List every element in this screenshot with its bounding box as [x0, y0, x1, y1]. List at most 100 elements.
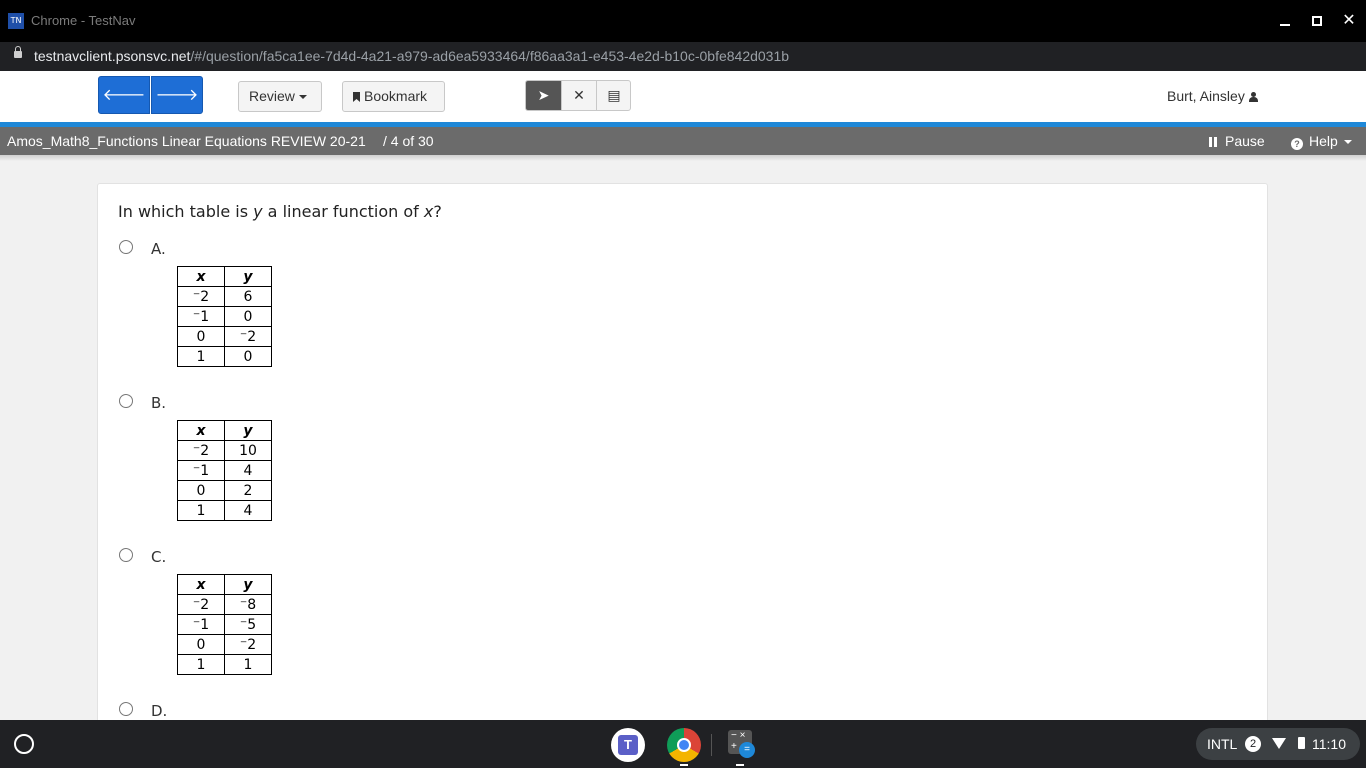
table-header: y	[224, 266, 272, 287]
keyboard-layout: INTL	[1207, 736, 1238, 752]
caret-down-icon	[298, 95, 307, 100]
minimize-button[interactable]	[1274, 10, 1296, 32]
bookmark-label: Bookmark	[364, 88, 428, 104]
shelf-separator	[711, 734, 712, 756]
table-cell: 4	[224, 500, 272, 521]
table-cell: 6	[224, 286, 272, 307]
notepad-button[interactable]: ▤	[596, 81, 631, 110]
user-icon	[1248, 92, 1258, 102]
table-cell: ⁻2	[177, 286, 225, 307]
table-cell: ⁻1	[177, 460, 225, 481]
question-text: ?	[433, 202, 442, 221]
option-d-label[interactable]: D.	[151, 702, 167, 720]
table-cell: 4	[224, 460, 272, 481]
option-b-table: xy ⁻2 10 ⁻1 4 02 14	[177, 420, 272, 521]
address-bar[interactable]: testnavclient.psonsvc.net/#/question/fa5…	[0, 42, 1366, 71]
table-cell: ⁻2	[224, 634, 272, 655]
table-cell: ⁻5	[224, 614, 272, 635]
review-button[interactable]: Review	[238, 81, 322, 112]
option-a-radio[interactable]	[119, 240, 133, 254]
table-cell: 1	[224, 654, 272, 675]
option-d-radio[interactable]	[119, 702, 133, 716]
help-button[interactable]: ? Help	[1291, 133, 1352, 150]
option-b-radio[interactable]	[119, 394, 133, 408]
test-name: Amos_Math8_Functions Linear Equations RE…	[7, 133, 366, 149]
table-cell: 10	[224, 440, 272, 461]
table-cell: 2	[224, 480, 272, 501]
table-header: x	[177, 266, 225, 287]
table-cell: 0	[224, 306, 272, 327]
option-a-label[interactable]: A.	[151, 240, 166, 258]
answer-eliminator-icon: ✕	[573, 87, 585, 103]
question-text: In which table is	[118, 202, 254, 221]
option-c-label[interactable]: C.	[151, 548, 166, 566]
question-text: a linear function of	[262, 202, 424, 221]
table-cell: ⁻2	[177, 594, 225, 615]
user-name: Burt, Ainsley	[1167, 88, 1245, 104]
answer-eliminator-button[interactable]: ✕	[561, 81, 596, 110]
table-cell: 0	[177, 480, 225, 501]
pause-label: Pause	[1225, 133, 1265, 149]
arrow-right-icon: 🡒	[155, 87, 199, 104]
chrome-center	[677, 738, 691, 752]
wifi-icon	[1272, 738, 1286, 749]
test-header: Amos_Math8_Functions Linear Equations RE…	[0, 127, 1366, 155]
previous-question-button[interactable]: 🡐	[98, 76, 150, 114]
bookmark-button[interactable]: Bookmark	[342, 81, 445, 112]
testnav-logo-icon: TN	[8, 13, 24, 29]
tool-group: ➤ ✕ ▤	[525, 80, 631, 111]
arrow-left-icon: 🡐	[102, 87, 146, 104]
notepad-icon: ▤	[607, 87, 621, 103]
table-cell: 1	[177, 654, 225, 675]
table-cell: ⁻1	[177, 306, 225, 327]
question-stem: In which table is y a linear function of…	[118, 202, 442, 221]
table-cell: 0	[177, 326, 225, 347]
table-cell: 1	[177, 346, 225, 367]
variable-y: y	[253, 202, 263, 221]
pause-icon	[1209, 137, 1217, 147]
variable-x: x	[423, 202, 434, 221]
table-cell: ⁻8	[224, 594, 272, 615]
teams-logo: T	[618, 735, 638, 755]
table-cell: 0	[224, 346, 272, 367]
launcher-icon[interactable]	[14, 734, 34, 754]
minimize-icon	[1280, 24, 1290, 26]
user-menu[interactable]: Burt, Ainsley	[1167, 88, 1258, 104]
option-c-radio[interactable]	[119, 548, 133, 562]
option-c-table: xy ⁻2 ⁻8 ⁻1 ⁻5 0 ⁻2 11	[177, 574, 272, 675]
next-question-button[interactable]: 🡒	[151, 76, 203, 114]
calculator-running-indicator	[736, 764, 744, 766]
teams-app-icon[interactable]: T	[611, 728, 645, 762]
table-header: x	[177, 420, 225, 441]
battery-icon	[1298, 737, 1305, 749]
header-shadow	[0, 155, 1366, 161]
status-tray[interactable]: INTL 2 11:10	[1196, 728, 1360, 760]
calculator-equals: =	[739, 742, 755, 758]
pause-button[interactable]: Pause	[1209, 133, 1265, 149]
pointer-icon: ➤	[537, 87, 550, 103]
question-card: In which table is y a linear function of…	[97, 183, 1268, 723]
clock: 11:10	[1312, 736, 1346, 752]
help-icon: ?	[1291, 138, 1303, 150]
help-label: Help	[1309, 133, 1338, 149]
table-cell: 0	[177, 634, 225, 655]
table-cell: 1	[177, 500, 225, 521]
close-icon: ✕	[1342, 12, 1356, 29]
table-header: x	[177, 574, 225, 595]
url-host: testnavclient.psonsvc.net	[34, 48, 191, 64]
pointer-tool-button[interactable]: ➤	[526, 81, 561, 110]
table-cell: ⁻2	[177, 440, 225, 461]
maximize-button[interactable]	[1306, 10, 1328, 32]
test-toolbar: 🡐 🡒 Review Bookmark ➤ ✕ ▤ Burt, Ainsley	[0, 71, 1366, 122]
notification-badge: 2	[1245, 736, 1261, 752]
close-button[interactable]: ✕	[1338, 10, 1360, 32]
calculator-app-icon[interactable]: − × + =	[724, 728, 756, 760]
chrome-app-icon[interactable]	[667, 728, 701, 762]
option-b-label[interactable]: B.	[151, 394, 166, 412]
window-title: Chrome - TestNav	[31, 13, 136, 28]
url-text[interactable]: testnavclient.psonsvc.net/#/question/fa5…	[34, 48, 789, 64]
os-shelf: T − × + = INTL 2 11:10	[0, 720, 1366, 768]
option-a-table: xy ⁻2 6 ⁻1 0 0 ⁻2 10	[177, 266, 272, 367]
caret-down-icon	[1343, 140, 1352, 145]
lock-icon	[14, 46, 22, 58]
